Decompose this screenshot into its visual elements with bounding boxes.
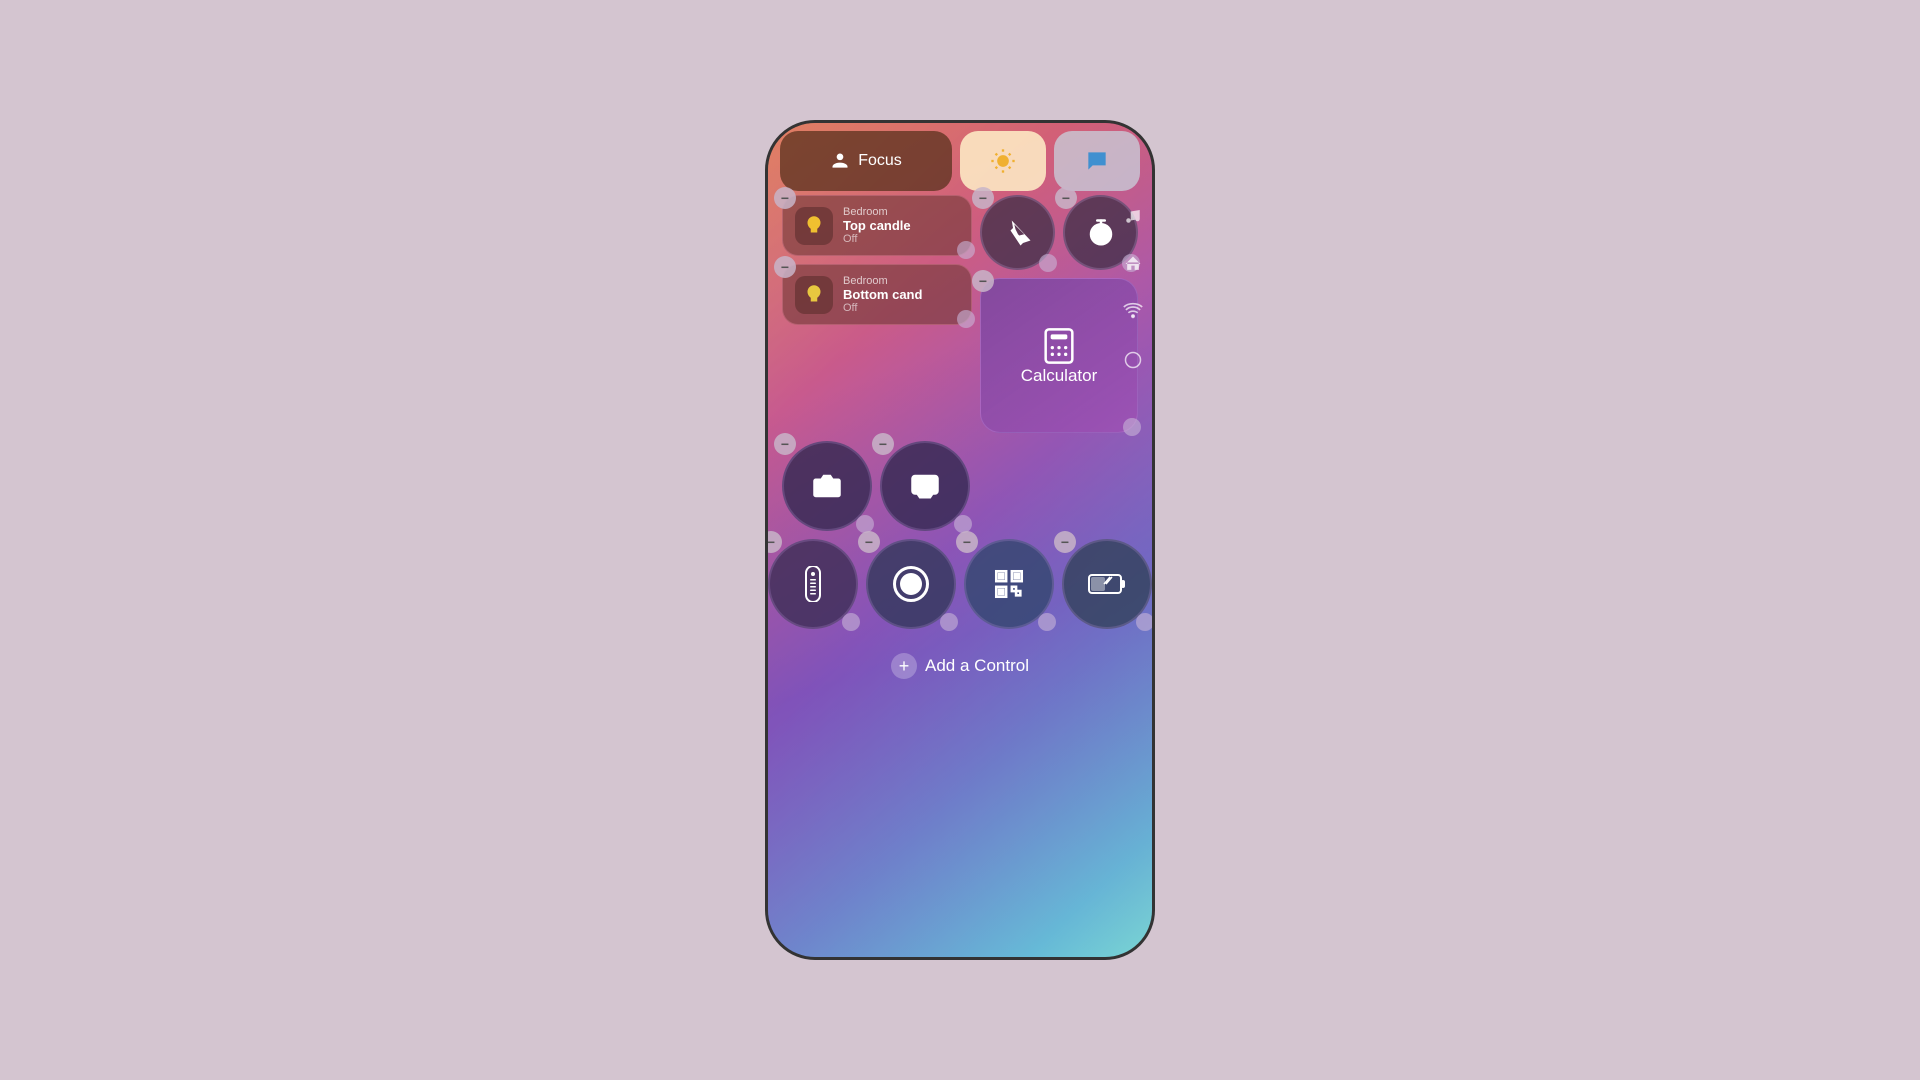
bottom-candle-icon-bg bbox=[795, 276, 833, 314]
bulb-icon-1 bbox=[801, 213, 827, 239]
camera-mirror-row: − − bbox=[782, 441, 1138, 531]
person-icon bbox=[830, 151, 850, 171]
music-note-icon bbox=[1124, 207, 1142, 225]
flashlight-icon bbox=[1003, 218, 1033, 248]
remove-battery-button[interactable]: − bbox=[1054, 531, 1076, 553]
bottom-candle-room: Bedroom bbox=[843, 275, 922, 287]
calculator-wrapper: − bbox=[980, 278, 1138, 433]
remote-icon bbox=[802, 566, 824, 602]
top-candle-icon-bg bbox=[795, 207, 833, 245]
remove-bottom-candle-button[interactable]: − bbox=[774, 256, 796, 278]
mirror-icon bbox=[910, 471, 940, 501]
content-area: Focus bbox=[768, 123, 1152, 957]
brightness-tile[interactable] bbox=[960, 131, 1046, 191]
phone-frame: Focus bbox=[765, 120, 1155, 960]
battery-tile[interactable] bbox=[1062, 539, 1152, 629]
bottom-candle-status: Off bbox=[843, 302, 922, 314]
flashlight-wrapper: − bbox=[980, 195, 1055, 270]
drag-handle-11[interactable] bbox=[1136, 613, 1152, 631]
signal-sidebar-icon[interactable] bbox=[1120, 299, 1146, 325]
bulb-icon-2 bbox=[801, 282, 827, 308]
sun-icon bbox=[989, 147, 1017, 175]
chat-tile[interactable] bbox=[1054, 131, 1140, 191]
drag-handle-9[interactable] bbox=[940, 613, 958, 631]
remove-calculator-button[interactable]: − bbox=[972, 270, 994, 292]
signal-icon bbox=[1123, 302, 1143, 322]
drag-handle-8[interactable] bbox=[842, 613, 860, 631]
calculator-tile[interactable]: Calculator bbox=[980, 278, 1138, 433]
camera-icon bbox=[812, 471, 842, 501]
calculator-icon bbox=[1039, 326, 1079, 366]
battery-icon bbox=[1088, 571, 1126, 597]
screen-mirror-wrapper: − bbox=[880, 441, 970, 531]
top-candle-status: Off bbox=[843, 233, 911, 245]
drag-handle-5[interactable] bbox=[1123, 418, 1141, 436]
drag-handle-1[interactable] bbox=[957, 241, 975, 259]
calculator-label: Calculator bbox=[1021, 366, 1098, 386]
record-ring bbox=[893, 566, 929, 602]
remove-camera-button[interactable]: − bbox=[774, 433, 796, 455]
circle-sidebar-icon[interactable] bbox=[1120, 347, 1146, 373]
phone-screen: Focus bbox=[768, 123, 1152, 957]
remove-timer-button[interactable]: − bbox=[1055, 187, 1077, 209]
bottom-candle-tile[interactable]: Bedroom Bottom cand Off bbox=[782, 264, 972, 325]
top-candle-text: Bedroom Top candle Off bbox=[843, 206, 911, 245]
chat-icon bbox=[1084, 148, 1110, 174]
qr-tile[interactable] bbox=[964, 539, 1054, 629]
bottom-candle-text: Bedroom Bottom cand Off bbox=[843, 275, 922, 314]
qr-icon bbox=[992, 567, 1026, 601]
drag-handle-10[interactable] bbox=[1038, 613, 1056, 631]
top-candle-tile[interactable]: Bedroom Top candle Off bbox=[782, 195, 972, 256]
remove-record-button[interactable]: − bbox=[858, 531, 880, 553]
add-control-row[interactable]: + Add a Control bbox=[782, 641, 1138, 691]
bottom-candle-wrapper: − Bedroom Bottom cand bbox=[782, 264, 972, 325]
add-control-label: Add a Control bbox=[925, 656, 1029, 676]
top-candle-name: Top candle bbox=[843, 218, 911, 233]
remove-mirror-button[interactable]: − bbox=[872, 433, 894, 455]
home-icon bbox=[1123, 254, 1143, 274]
remote-tile[interactable] bbox=[768, 539, 858, 629]
drag-handle-2[interactable] bbox=[957, 310, 975, 328]
remove-qr-button[interactable]: − bbox=[956, 531, 978, 553]
battery-wrapper: − bbox=[1062, 539, 1152, 629]
record-wrapper: − bbox=[866, 539, 956, 629]
home-sidebar-icon[interactable] bbox=[1120, 251, 1146, 277]
remove-remote-button[interactable]: − bbox=[768, 531, 782, 553]
timer-icon bbox=[1086, 218, 1116, 248]
dot-circle-icon bbox=[1124, 351, 1142, 369]
remove-top-candle-button[interactable]: − bbox=[774, 187, 796, 209]
light-tiles-column: − Bedroom Top candle bbox=[782, 195, 972, 325]
top-candle-room: Bedroom bbox=[843, 206, 911, 218]
camera-wrapper: − bbox=[782, 441, 872, 531]
remote-wrapper: − bbox=[768, 539, 858, 629]
record-dot bbox=[900, 573, 922, 595]
focus-label: Focus bbox=[858, 152, 902, 170]
camera-tile[interactable] bbox=[782, 441, 872, 531]
drag-handle-3[interactable] bbox=[1039, 254, 1057, 272]
record-tile[interactable] bbox=[866, 539, 956, 629]
remove-flashlight-button[interactable]: − bbox=[972, 187, 994, 209]
screen-mirror-tile[interactable] bbox=[880, 441, 970, 531]
top-row: Focus bbox=[780, 131, 1140, 191]
top-candle-wrapper: − Bedroom Top candle bbox=[782, 195, 972, 256]
controls-grid: − Bedroom Top candle bbox=[780, 195, 1140, 949]
bottom-candle-name: Bottom cand bbox=[843, 287, 922, 302]
right-sidebar bbox=[1120, 203, 1146, 373]
add-control-icon: + bbox=[891, 653, 917, 679]
focus-button[interactable]: Focus bbox=[780, 131, 952, 191]
qr-wrapper: − bbox=[964, 539, 1054, 629]
bottom-controls-row: − bbox=[782, 539, 1138, 629]
music-sidebar-icon[interactable] bbox=[1120, 203, 1146, 229]
flashlight-tile[interactable] bbox=[980, 195, 1055, 270]
